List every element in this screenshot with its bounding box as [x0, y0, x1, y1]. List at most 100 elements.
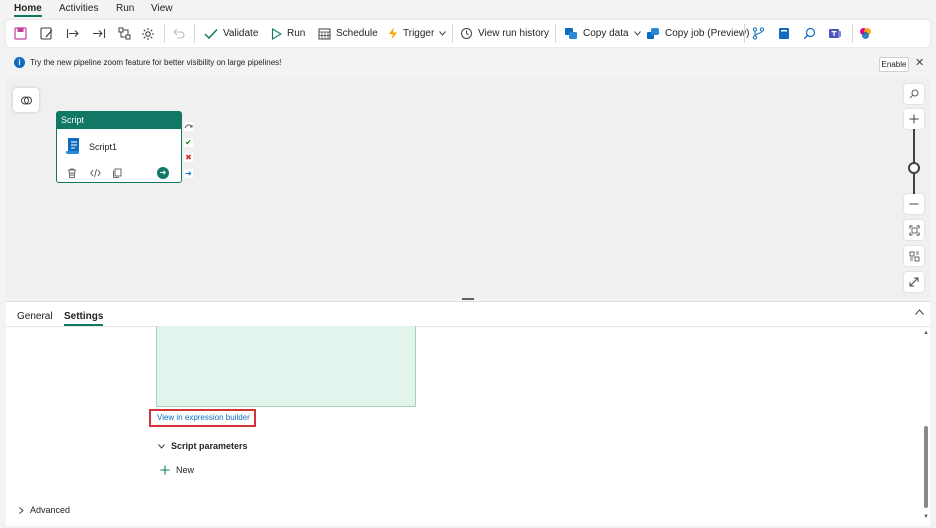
trigger-label: Trigger [403, 28, 435, 39]
info-bar: i Try the new pipeline zoom feature for … [6, 52, 930, 74]
scroll-up-arrow-icon[interactable]: ▲ [923, 330, 929, 336]
expand-icon [909, 277, 919, 287]
view-in-expression-builder-link[interactable]: View in expression builder [149, 409, 256, 427]
expand-button[interactable] [904, 272, 924, 292]
trigger-dropdown[interactable]: Trigger [388, 24, 447, 43]
panel-tabs-divider [6, 326, 930, 327]
plus-icon [160, 465, 170, 475]
toolbar-divider [852, 24, 853, 43]
save-button[interactable] [14, 24, 27, 43]
on-skip-port-icon[interactable] [184, 122, 193, 131]
view-run-history-button[interactable]: View run history [460, 24, 549, 43]
toolbar-divider [555, 24, 556, 43]
copy-data-label: Copy data [583, 28, 629, 39]
fit-to-screen-button[interactable] [904, 220, 924, 240]
close-icon[interactable]: ✕ [915, 56, 924, 69]
auto-layout-button[interactable] [904, 246, 924, 266]
zoom-in-button[interactable] [904, 109, 924, 129]
on-failure-port-icon[interactable]: ✖ [184, 153, 193, 162]
toolbar: Validate Run Schedule Trigger View run h… [6, 20, 930, 47]
on-completion-port-icon[interactable]: ➔ [184, 169, 193, 178]
properties-panel: General Settings View in expression buil… [6, 301, 930, 526]
validate-button[interactable]: Validate [204, 24, 258, 43]
tab-run[interactable]: Run [116, 3, 134, 14]
tab-settings[interactable]: Settings [64, 311, 104, 326]
view-run-history-label: View run history [478, 28, 549, 39]
save-icon [14, 27, 27, 40]
history-icon [461, 28, 472, 39]
notebook-button[interactable] [778, 24, 790, 43]
script-activity-node[interactable]: Script Script1 ➜ [56, 111, 182, 183]
save-as-button[interactable] [40, 24, 54, 43]
activity-type-label: Script [57, 112, 181, 129]
copilot-outline-icon [20, 96, 32, 104]
undo-icon [173, 28, 185, 39]
tab-general[interactable]: General [17, 311, 53, 322]
code-icon[interactable] [90, 168, 101, 178]
delete-icon[interactable] [67, 168, 77, 178]
play-icon [271, 27, 282, 40]
copy-job-icon [647, 28, 659, 39]
toolbar-divider [164, 24, 165, 43]
search-icon [909, 89, 919, 99]
zoom-slider-thumb[interactable] [908, 162, 920, 174]
settings-button[interactable] [141, 24, 155, 43]
auto-align-button[interactable] [118, 24, 131, 43]
copy-job-label: Copy job (Preview) [665, 28, 750, 39]
undo-button[interactable] [172, 24, 185, 43]
copy-job-button[interactable]: Copy job (Preview) [646, 24, 749, 43]
chevron-down-icon [633, 31, 641, 36]
advanced-label: Advanced [30, 505, 71, 515]
script-icon [66, 138, 79, 154]
pipeline-canvas[interactable]: Script Script1 ➜ ✔ ✖ ➔ [6, 78, 930, 298]
minus-icon [909, 203, 919, 205]
chevron-right-icon [19, 506, 24, 514]
script-parameters-toggle[interactable]: Script parameters [158, 441, 248, 451]
new-label: New [176, 465, 195, 475]
enable-button[interactable]: Enable [879, 57, 909, 72]
move-right-button[interactable] [66, 24, 80, 43]
search-button[interactable] [803, 24, 816, 43]
arrow-right-icon[interactable]: ➜ [157, 167, 169, 179]
script-parameters-label: Script parameters [171, 441, 248, 451]
chevron-down-icon [439, 31, 447, 36]
new-parameter-button[interactable]: New [160, 465, 194, 475]
ribbon-tabs: Home Activities Run View [0, 0, 936, 18]
toolbar-divider [194, 24, 195, 43]
settings-gear-icon [142, 27, 154, 40]
on-success-port-icon[interactable]: ✔ [184, 138, 193, 147]
lightning-icon [389, 27, 397, 40]
plus-icon [909, 114, 919, 124]
tab-activities[interactable]: Activities [59, 3, 98, 14]
move-to-end-button[interactable] [92, 24, 106, 43]
copilot-button[interactable] [859, 24, 872, 43]
panel-scrollbar[interactable]: ▲ ▼ [922, 328, 930, 526]
tab-view[interactable]: View [151, 3, 173, 14]
teams-button[interactable] [828, 24, 842, 43]
calendar-icon [318, 28, 331, 40]
advanced-toggle[interactable]: Advanced [19, 505, 70, 515]
fit-screen-icon [909, 225, 919, 235]
info-bar-message: Try the new pipeline zoom feature for be… [30, 58, 282, 67]
zoom-search-button[interactable] [904, 84, 924, 104]
copy-icon[interactable] [112, 168, 122, 178]
schedule-label: Schedule [336, 28, 378, 39]
panel-resize-handle[interactable] [462, 298, 474, 300]
canvas-copilot-button[interactable] [13, 88, 39, 112]
notebook-icon [779, 28, 789, 39]
teams-icon [829, 29, 841, 38]
check-icon [204, 28, 218, 39]
tab-home[interactable]: Home [14, 3, 42, 17]
copy-data-dropdown[interactable]: Copy data [564, 24, 641, 43]
zoom-out-button[interactable] [904, 194, 924, 214]
scroll-down-arrow-icon[interactable]: ▼ [923, 514, 929, 520]
scrollbar-thumb[interactable] [924, 426, 928, 508]
save-as-icon [40, 27, 53, 40]
script-editor[interactable] [156, 326, 416, 407]
branch-button[interactable] [752, 24, 765, 43]
toolbar-divider [452, 24, 453, 43]
schedule-button[interactable]: Schedule [318, 24, 378, 43]
run-button[interactable]: Run [271, 24, 305, 43]
chevron-up-icon[interactable] [915, 309, 924, 315]
info-icon: i [14, 57, 25, 68]
